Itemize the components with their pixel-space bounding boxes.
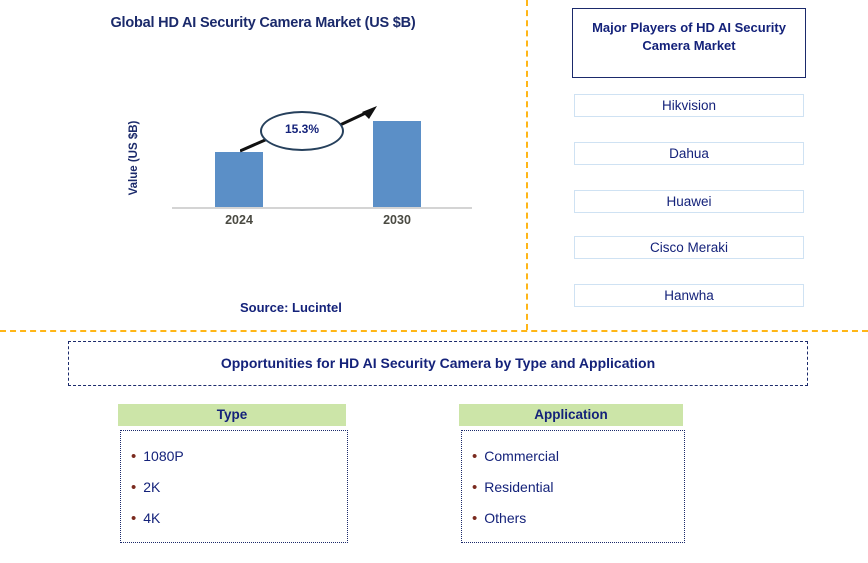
y-axis-label: Value (US $B) [128, 120, 140, 196]
opportunities-banner: Opportunities for HD AI Security Camera … [68, 341, 808, 386]
type-column-body: • 1080P • 2K • 4K [120, 430, 348, 543]
bullet-icon: • [472, 479, 478, 496]
cagr-value-label: 15.3% [284, 122, 320, 136]
major-players-header: Major Players of HD AI Security Camera M… [572, 8, 806, 78]
horizontal-dashed-divider [0, 330, 868, 332]
type-column-header: Type [118, 404, 346, 426]
player-item-hanwha[interactable]: Hanwha [574, 284, 804, 307]
application-column-body: • Commercial • Residential • Others [461, 430, 685, 543]
player-item-dahua[interactable]: Dahua [574, 142, 804, 165]
cagr-annotation: 15.3% [240, 103, 440, 163]
bullet-icon: • [131, 448, 137, 465]
list-item-label: 4K [143, 510, 161, 526]
x-tick-label-2024: 2024 [225, 213, 253, 227]
axis-baseline [172, 207, 472, 209]
x-tick-label-2030: 2030 [383, 213, 411, 227]
list-item-label: Commercial [484, 448, 559, 464]
major-players-panel: Major Players of HD AI Security Camera M… [572, 8, 806, 307]
list-item-label: Others [484, 510, 527, 526]
application-column-header: Application [459, 404, 683, 426]
chart-panel: Global HD AI Security Camera Market (US … [0, 0, 526, 330]
vertical-dashed-divider [526, 0, 528, 330]
player-item-hikvision[interactable]: Hikvision [574, 94, 804, 117]
player-item-huawei[interactable]: Huawei [574, 190, 804, 213]
list-item-label: Residential [484, 479, 554, 495]
list-item-label: 2K [143, 479, 161, 495]
bullet-icon: • [472, 448, 478, 465]
list-item: • 4K [131, 503, 347, 534]
list-item: • Others [472, 503, 684, 534]
list-item: • 2K [131, 472, 347, 503]
list-item-label: 1080P [143, 448, 184, 464]
bullet-icon: • [472, 510, 478, 527]
player-item-cisco-meraki[interactable]: Cisco Meraki [574, 236, 804, 259]
list-item: • Residential [472, 472, 684, 503]
list-item: • 1080P [131, 441, 347, 472]
chart-title: Global HD AI Security Camera Market (US … [110, 15, 416, 31]
bullet-icon: • [131, 510, 137, 527]
list-item: • Commercial [472, 441, 684, 472]
source-label: Source: Lucintel [240, 300, 342, 315]
bullet-icon: • [131, 479, 137, 496]
bar-chart-plot-area: Value (US $B) 2024 2030 15.3% [128, 95, 480, 227]
